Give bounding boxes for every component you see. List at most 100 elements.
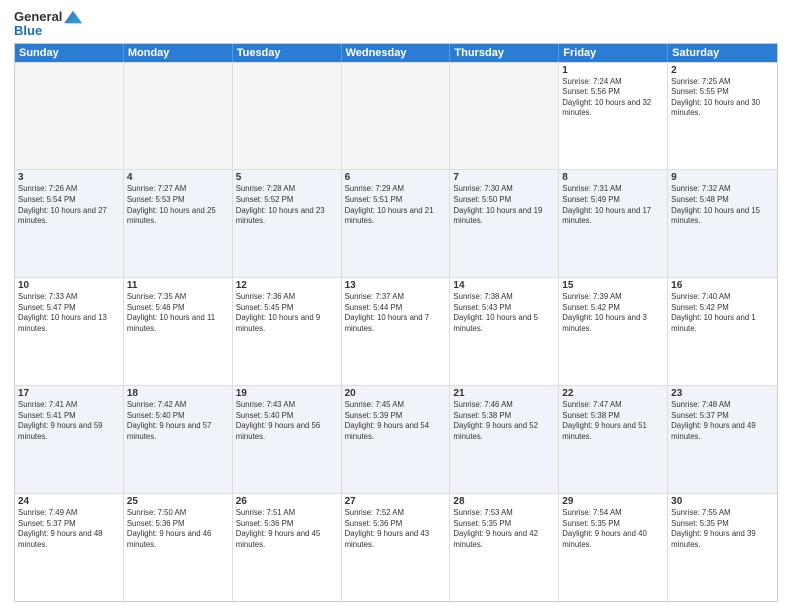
cal-cell: 6Sunrise: 7:29 AMSunset: 5:51 PMDaylight…	[342, 170, 451, 277]
day-number: 15	[562, 280, 664, 291]
day-number: 24	[18, 496, 120, 507]
day-info: Sunrise: 7:47 AMSunset: 5:38 PMDaylight:…	[562, 400, 664, 442]
logo-general: General	[14, 10, 62, 24]
day-info: Sunrise: 7:54 AMSunset: 5:35 PMDaylight:…	[562, 508, 664, 550]
day-number: 14	[453, 280, 555, 291]
day-info: Sunrise: 7:51 AMSunset: 5:36 PMDaylight:…	[236, 508, 338, 550]
day-info: Sunrise: 7:32 AMSunset: 5:48 PMDaylight:…	[671, 184, 774, 226]
day-info: Sunrise: 7:43 AMSunset: 5:40 PMDaylight:…	[236, 400, 338, 442]
day-number: 13	[345, 280, 447, 291]
week-row-2: 10Sunrise: 7:33 AMSunset: 5:47 PMDayligh…	[15, 277, 777, 385]
day-info: Sunrise: 7:45 AMSunset: 5:39 PMDaylight:…	[345, 400, 447, 442]
header-day-monday: Monday	[124, 44, 233, 62]
cal-cell: 8Sunrise: 7:31 AMSunset: 5:49 PMDaylight…	[559, 170, 668, 277]
cal-cell: 24Sunrise: 7:49 AMSunset: 5:37 PMDayligh…	[15, 494, 124, 601]
calendar: SundayMondayTuesdayWednesdayThursdayFrid…	[14, 43, 778, 602]
day-info: Sunrise: 7:26 AMSunset: 5:54 PMDaylight:…	[18, 184, 120, 226]
cal-cell: 26Sunrise: 7:51 AMSunset: 5:36 PMDayligh…	[233, 494, 342, 601]
day-info: Sunrise: 7:41 AMSunset: 5:41 PMDaylight:…	[18, 400, 120, 442]
day-info: Sunrise: 7:37 AMSunset: 5:44 PMDaylight:…	[345, 292, 447, 334]
cal-cell: 23Sunrise: 7:48 AMSunset: 5:37 PMDayligh…	[668, 386, 777, 493]
cal-cell: 13Sunrise: 7:37 AMSunset: 5:44 PMDayligh…	[342, 278, 451, 385]
day-info: Sunrise: 7:28 AMSunset: 5:52 PMDaylight:…	[236, 184, 338, 226]
cal-cell: 14Sunrise: 7:38 AMSunset: 5:43 PMDayligh…	[450, 278, 559, 385]
cal-cell: 2Sunrise: 7:25 AMSunset: 5:55 PMDaylight…	[668, 63, 777, 170]
cal-cell: 18Sunrise: 7:42 AMSunset: 5:40 PMDayligh…	[124, 386, 233, 493]
day-info: Sunrise: 7:49 AMSunset: 5:37 PMDaylight:…	[18, 508, 120, 550]
day-number: 12	[236, 280, 338, 291]
week-row-1: 3Sunrise: 7:26 AMSunset: 5:54 PMDaylight…	[15, 169, 777, 277]
day-info: Sunrise: 7:29 AMSunset: 5:51 PMDaylight:…	[345, 184, 447, 226]
day-number: 18	[127, 388, 229, 399]
cal-cell: 15Sunrise: 7:39 AMSunset: 5:42 PMDayligh…	[559, 278, 668, 385]
header-day-wednesday: Wednesday	[342, 44, 451, 62]
cal-cell: 20Sunrise: 7:45 AMSunset: 5:39 PMDayligh…	[342, 386, 451, 493]
cal-cell: 10Sunrise: 7:33 AMSunset: 5:47 PMDayligh…	[15, 278, 124, 385]
cal-cell: 7Sunrise: 7:30 AMSunset: 5:50 PMDaylight…	[450, 170, 559, 277]
day-number: 6	[345, 172, 447, 183]
cal-cell: 27Sunrise: 7:52 AMSunset: 5:36 PMDayligh…	[342, 494, 451, 601]
day-number: 29	[562, 496, 664, 507]
week-row-0: 1Sunrise: 7:24 AMSunset: 5:56 PMDaylight…	[15, 62, 777, 170]
cal-cell	[450, 63, 559, 170]
day-info: Sunrise: 7:55 AMSunset: 5:35 PMDaylight:…	[671, 508, 774, 550]
cal-cell: 5Sunrise: 7:28 AMSunset: 5:52 PMDaylight…	[233, 170, 342, 277]
day-info: Sunrise: 7:31 AMSunset: 5:49 PMDaylight:…	[562, 184, 664, 226]
day-info: Sunrise: 7:39 AMSunset: 5:42 PMDaylight:…	[562, 292, 664, 334]
day-number: 26	[236, 496, 338, 507]
logo-icon	[64, 10, 82, 24]
cal-cell: 21Sunrise: 7:46 AMSunset: 5:38 PMDayligh…	[450, 386, 559, 493]
day-info: Sunrise: 7:46 AMSunset: 5:38 PMDaylight:…	[453, 400, 555, 442]
day-info: Sunrise: 7:24 AMSunset: 5:56 PMDaylight:…	[562, 77, 664, 119]
day-info: Sunrise: 7:25 AMSunset: 5:55 PMDaylight:…	[671, 77, 774, 119]
calendar-header: SundayMondayTuesdayWednesdayThursdayFrid…	[15, 44, 777, 62]
day-info: Sunrise: 7:52 AMSunset: 5:36 PMDaylight:…	[345, 508, 447, 550]
day-number: 25	[127, 496, 229, 507]
day-number: 2	[671, 65, 774, 76]
day-number: 28	[453, 496, 555, 507]
day-number: 5	[236, 172, 338, 183]
day-number: 22	[562, 388, 664, 399]
day-info: Sunrise: 7:42 AMSunset: 5:40 PMDaylight:…	[127, 400, 229, 442]
day-info: Sunrise: 7:35 AMSunset: 5:46 PMDaylight:…	[127, 292, 229, 334]
day-number: 9	[671, 172, 774, 183]
cal-cell	[342, 63, 451, 170]
day-info: Sunrise: 7:33 AMSunset: 5:47 PMDaylight:…	[18, 292, 120, 334]
cal-cell: 9Sunrise: 7:32 AMSunset: 5:48 PMDaylight…	[668, 170, 777, 277]
day-number: 3	[18, 172, 120, 183]
day-info: Sunrise: 7:53 AMSunset: 5:35 PMDaylight:…	[453, 508, 555, 550]
day-info: Sunrise: 7:30 AMSunset: 5:50 PMDaylight:…	[453, 184, 555, 226]
cal-cell: 30Sunrise: 7:55 AMSunset: 5:35 PMDayligh…	[668, 494, 777, 601]
day-number: 19	[236, 388, 338, 399]
cal-cell: 28Sunrise: 7:53 AMSunset: 5:35 PMDayligh…	[450, 494, 559, 601]
day-info: Sunrise: 7:40 AMSunset: 5:42 PMDaylight:…	[671, 292, 774, 334]
cal-cell: 3Sunrise: 7:26 AMSunset: 5:54 PMDaylight…	[15, 170, 124, 277]
logo: General Blue	[14, 10, 82, 39]
day-number: 23	[671, 388, 774, 399]
day-number: 30	[671, 496, 774, 507]
day-number: 11	[127, 280, 229, 291]
day-number: 10	[18, 280, 120, 291]
day-info: Sunrise: 7:48 AMSunset: 5:37 PMDaylight:…	[671, 400, 774, 442]
header-day-sunday: Sunday	[15, 44, 124, 62]
day-number: 20	[345, 388, 447, 399]
week-row-4: 24Sunrise: 7:49 AMSunset: 5:37 PMDayligh…	[15, 493, 777, 601]
header-day-tuesday: Tuesday	[233, 44, 342, 62]
header: General Blue	[14, 10, 778, 39]
day-info: Sunrise: 7:27 AMSunset: 5:53 PMDaylight:…	[127, 184, 229, 226]
header-day-friday: Friday	[559, 44, 668, 62]
header-day-saturday: Saturday	[668, 44, 777, 62]
cal-cell: 29Sunrise: 7:54 AMSunset: 5:35 PMDayligh…	[559, 494, 668, 601]
cal-cell: 1Sunrise: 7:24 AMSunset: 5:56 PMDaylight…	[559, 63, 668, 170]
day-number: 17	[18, 388, 120, 399]
day-number: 1	[562, 65, 664, 76]
cal-cell: 17Sunrise: 7:41 AMSunset: 5:41 PMDayligh…	[15, 386, 124, 493]
cal-cell: 4Sunrise: 7:27 AMSunset: 5:53 PMDaylight…	[124, 170, 233, 277]
day-number: 27	[345, 496, 447, 507]
cal-cell	[233, 63, 342, 170]
cal-cell: 19Sunrise: 7:43 AMSunset: 5:40 PMDayligh…	[233, 386, 342, 493]
day-info: Sunrise: 7:38 AMSunset: 5:43 PMDaylight:…	[453, 292, 555, 334]
cal-cell: 11Sunrise: 7:35 AMSunset: 5:46 PMDayligh…	[124, 278, 233, 385]
cal-cell: 25Sunrise: 7:50 AMSunset: 5:36 PMDayligh…	[124, 494, 233, 601]
day-info: Sunrise: 7:50 AMSunset: 5:36 PMDaylight:…	[127, 508, 229, 550]
